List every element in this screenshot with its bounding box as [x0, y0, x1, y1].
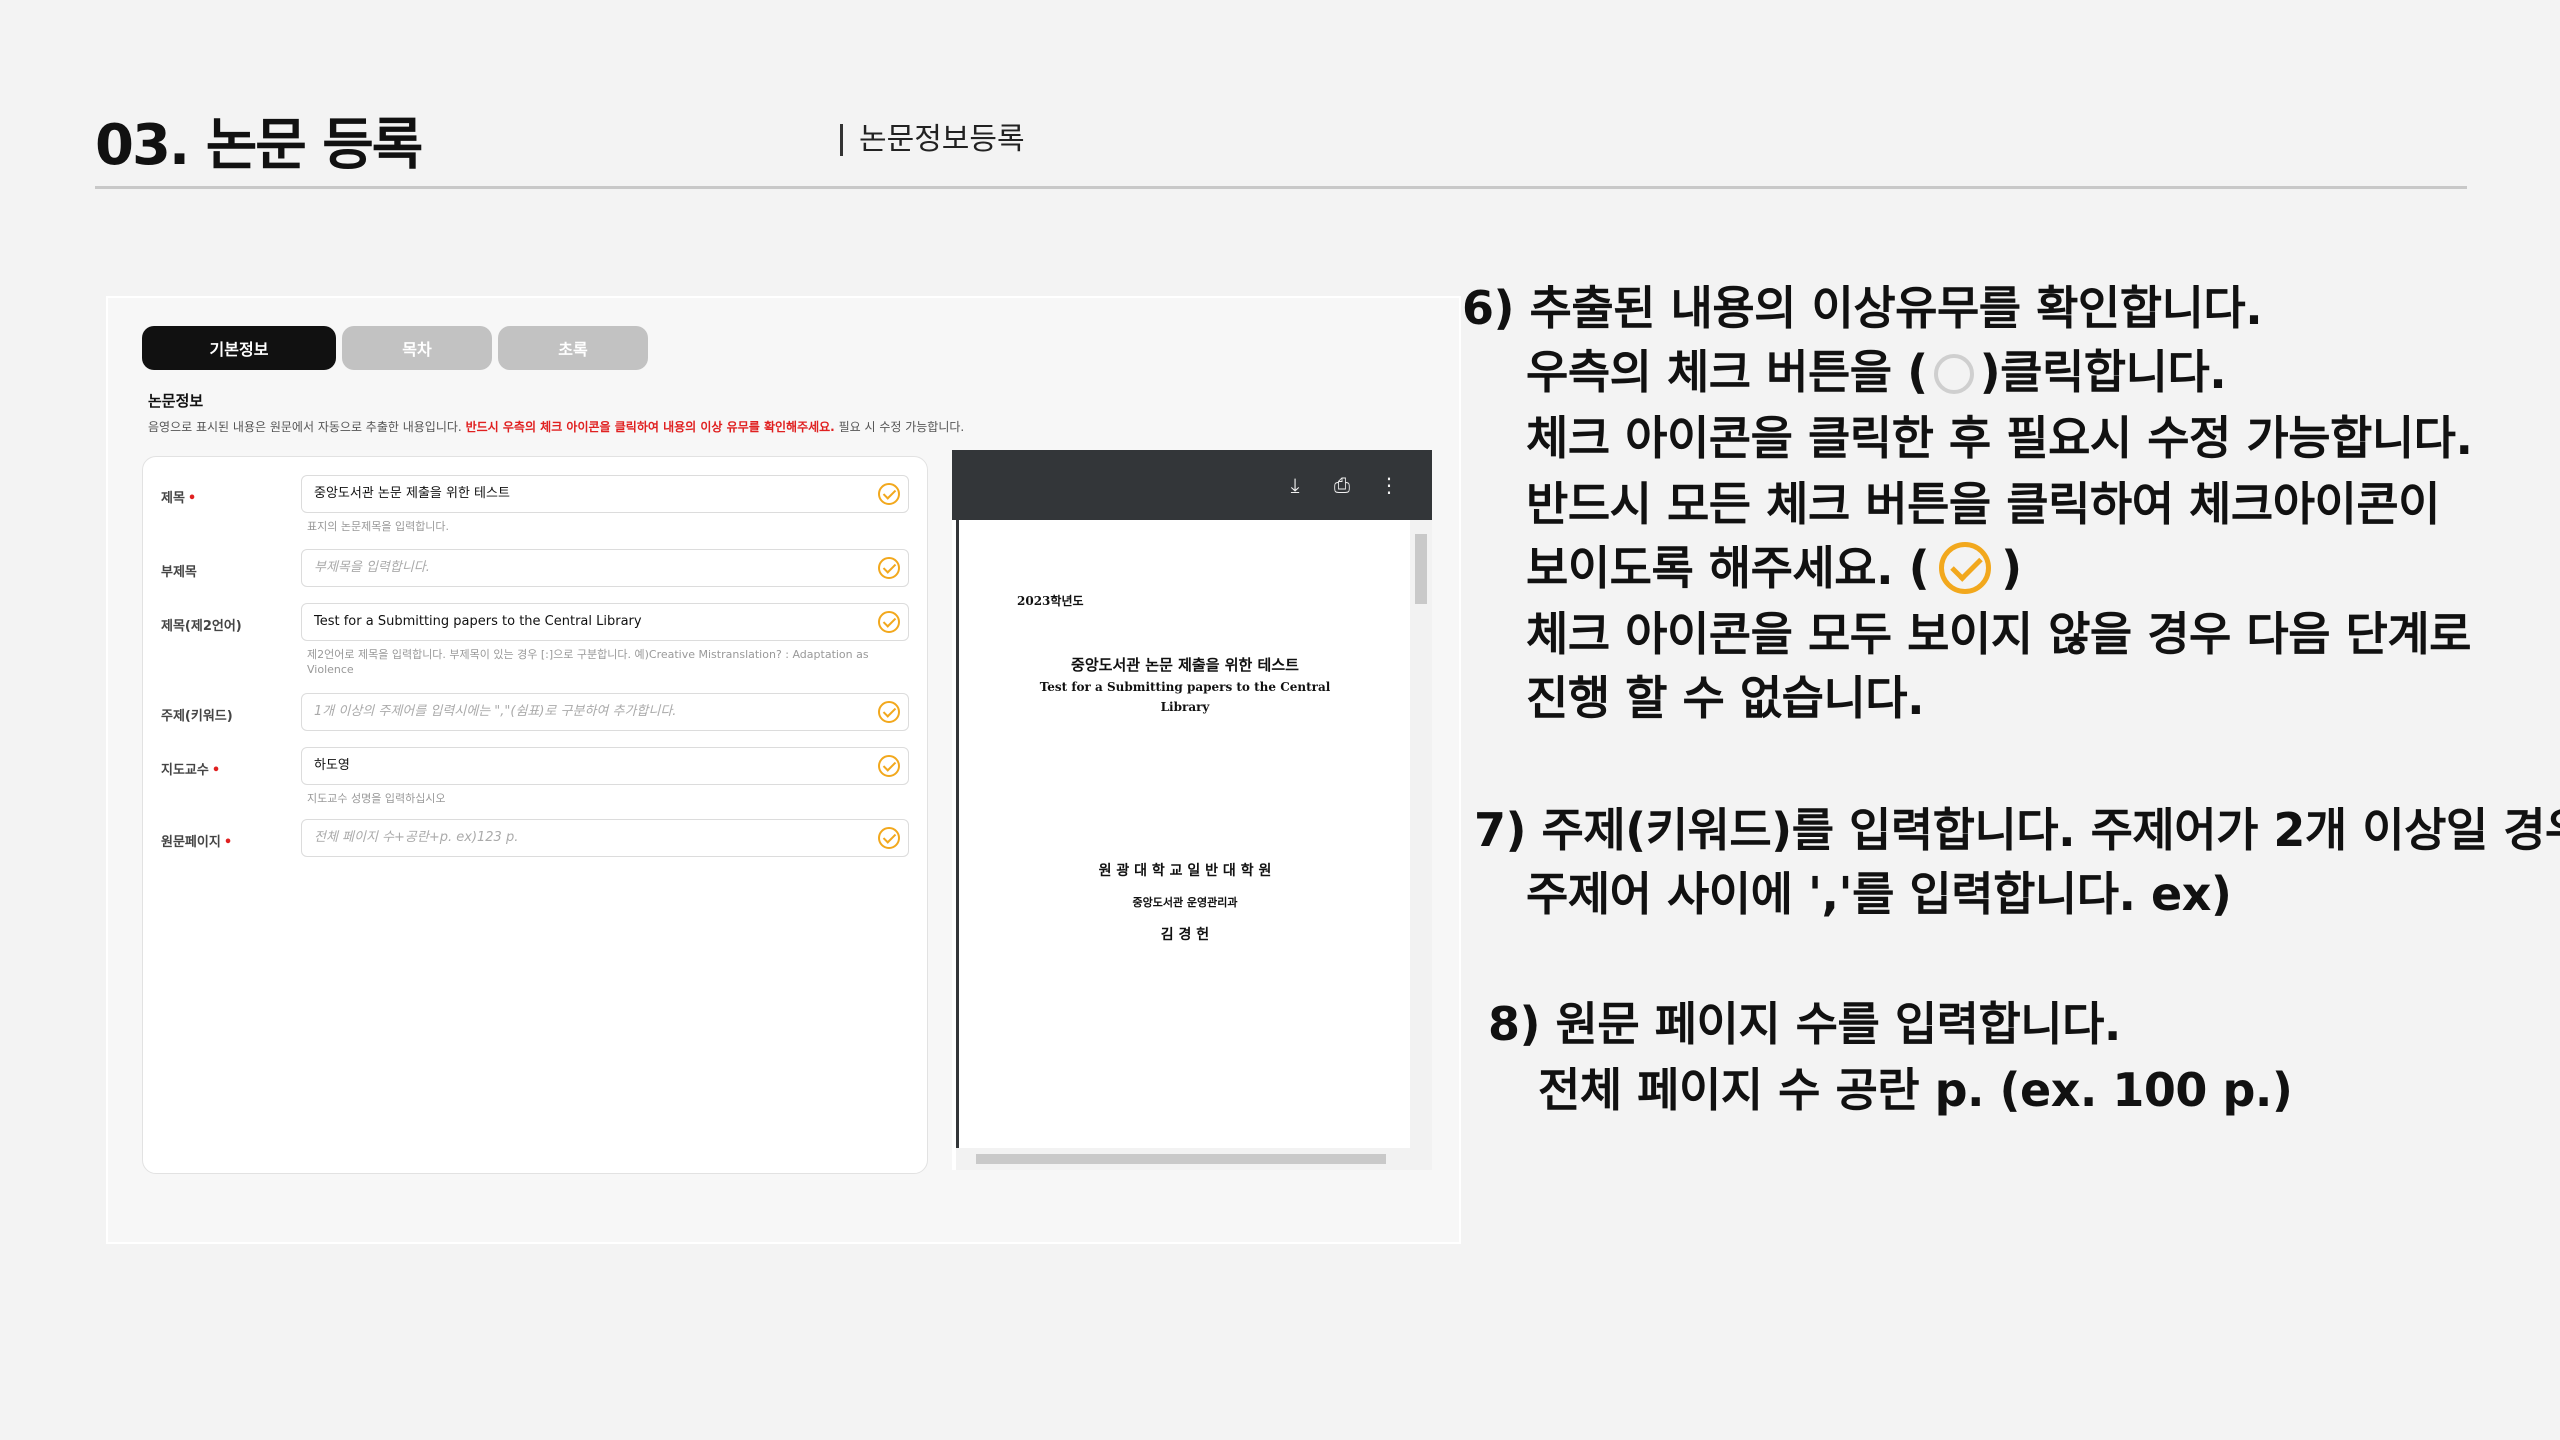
pdf-horizontal-scrollbar[interactable] — [956, 1148, 1432, 1170]
step6-line1: 6) 추출된 내용의 이상유무를 확인합니다. — [1462, 281, 2263, 335]
pdf-title-ko: 중앙도서관 논문 제출을 위한 테스트 — [1071, 656, 1299, 674]
form-screenshot: 기본정보 목차 초록 논문정보 음영으로 표시된 내용은 원문에서 자동으로 추… — [106, 296, 1461, 1244]
field-label: 부제목 — [161, 565, 197, 580]
notice-warning: 반드시 우측의 체크 아이콘을 클릭하여 내용의 이상 유무를 확인해주세요. — [465, 420, 835, 434]
pdf-title-en-1: Test for a Submitting papers to the Cent… — [1039, 680, 1331, 694]
advisor-input[interactable]: 하도영 — [301, 747, 909, 785]
step8-line1: 8) 원문 페이지 수를 입력합니다. — [1488, 997, 2121, 1051]
pdf-page: 2023학년도 중앙도서관 논문 제출을 위한 테스트 Test for a S… — [956, 520, 1408, 1148]
field-label: 제목(제2언어) — [161, 619, 242, 634]
pdf-vertical-scrollbar[interactable] — [1410, 520, 1432, 1148]
page-title: 03. 논문 등록 — [95, 113, 423, 178]
step6-line6: 체크 아이콘을 모두 보이지 않을 경우 다음 단계로 — [1526, 607, 2472, 661]
tab-abstract[interactable]: 초록 — [498, 326, 648, 370]
pdf-school: 원 광 대 학 교 일 반 대 학 원 — [1098, 863, 1272, 879]
section-title: 논문정보 — [148, 392, 204, 410]
keywords-input[interactable]: 1개 이상의 주제어를 입력시에는 ","(쉼표)로 구분하여 추가합니다. — [301, 693, 909, 731]
field-label: 원문페이지 • — [161, 835, 233, 850]
subtitle-input[interactable]: 부제목을 입력합니다. — [301, 549, 909, 587]
check-icon[interactable] — [878, 483, 900, 505]
header-divider — [95, 186, 2467, 189]
notice-prefix: 음영으로 표시된 내용은 원문에서 자동으로 추출한 내용입니다. — [148, 420, 466, 434]
slide-page: 03. 논문 등록 논문정보등록 기본정보 목차 초록 논문정보 음영으로 표시… — [0, 0, 2560, 1440]
title-second-language-input[interactable]: Test for a Submitting papers to the Cent… — [301, 603, 909, 641]
scroll-thumb[interactable] — [1415, 534, 1427, 604]
step6-line2: 우측의 체크 버튼을 ()클릭합니다. — [1526, 345, 2227, 399]
step6-line4: 반드시 모든 체크 버튼을 클릭하여 체크아이콘이 — [1526, 477, 2440, 531]
tab-bar: 기본정보 목차 초록 — [142, 326, 648, 370]
check-icon[interactable] — [878, 557, 900, 579]
pdf-toolbar: ⤓ ⎙ ⋮ — [952, 450, 1432, 520]
tab-basic-info[interactable]: 기본정보 — [142, 326, 336, 370]
check-icon[interactable] — [878, 701, 900, 723]
field-hint: 지도교수 성명을 입력하십시오 — [307, 792, 446, 805]
notice-suffix: 필요 시 수정 가능합니다. — [834, 420, 965, 434]
field-label: 지도교수 • — [161, 763, 221, 778]
scroll-thumb[interactable] — [976, 1154, 1386, 1164]
step6-line7: 진행 할 수 없습니다. — [1526, 671, 1925, 725]
step7-line1: 7) 주제(키워드)를 입력합니다. 주제어가 2개 이상일 경우 — [1474, 803, 2560, 857]
pdf-year: 2023학년도 — [1017, 594, 1084, 608]
pdf-dept: 중앙도서관 운영관리과 — [1132, 896, 1238, 909]
field-label: 제목 • — [161, 491, 197, 506]
check-icon[interactable] — [878, 611, 900, 633]
check-icon[interactable] — [878, 755, 900, 777]
tab-toc[interactable]: 목차 — [342, 326, 492, 370]
checked-circle-icon — [1939, 542, 1992, 594]
pdf-author: 김 경 헌 — [1160, 927, 1210, 943]
unchecked-circle-icon — [1933, 354, 1974, 394]
pages-input[interactable]: 전체 페이지 수+공란+p. ex)123 p. — [301, 819, 909, 857]
pdf-title-en-2: Library — [1160, 700, 1210, 714]
step7-line2: 주제어 사이에 ','를 입력합니다. ex) — [1526, 867, 2232, 921]
form-panel: 제목 • 중앙도서관 논문 제출을 위한 테스트 표지의 논문제목을 입력합니다.… — [142, 456, 928, 1174]
title-input[interactable]: 중앙도서관 논문 제출을 위한 테스트 — [301, 475, 909, 513]
step6-line3: 체크 아이콘을 클릭한 후 필요시 수정 가능합니다. — [1526, 411, 2473, 465]
notice-text: 음영으로 표시된 내용은 원문에서 자동으로 추출한 내용입니다. 반드시 우측… — [148, 418, 964, 435]
check-icon[interactable] — [878, 827, 900, 849]
download-icon[interactable]: ⤓ — [1282, 472, 1308, 498]
more-icon[interactable]: ⋮ — [1376, 472, 1402, 498]
step8-line2: 전체 페이지 수 공란 p. (ex. 100 p.) — [1538, 1063, 2293, 1117]
field-label: 주제(키워드) — [161, 709, 233, 724]
print-icon[interactable]: ⎙ — [1329, 472, 1355, 498]
pdf-viewer: ⤓ ⎙ ⋮ 2023학년도 중앙도서관 논문 제출을 위한 테스트 Test f… — [952, 450, 1432, 1170]
field-hint: 표지의 논문제목을 입력합니다. — [307, 520, 450, 533]
field-hint: 제2언어로 제목을 입력합니다. 부제목이 있는 경우 [:]으로 구분합니다.… — [307, 648, 869, 676]
step6-line5: 보이도록 해주세요. () — [1526, 541, 2022, 595]
page-subtitle: 논문정보등록 — [840, 124, 1025, 156]
